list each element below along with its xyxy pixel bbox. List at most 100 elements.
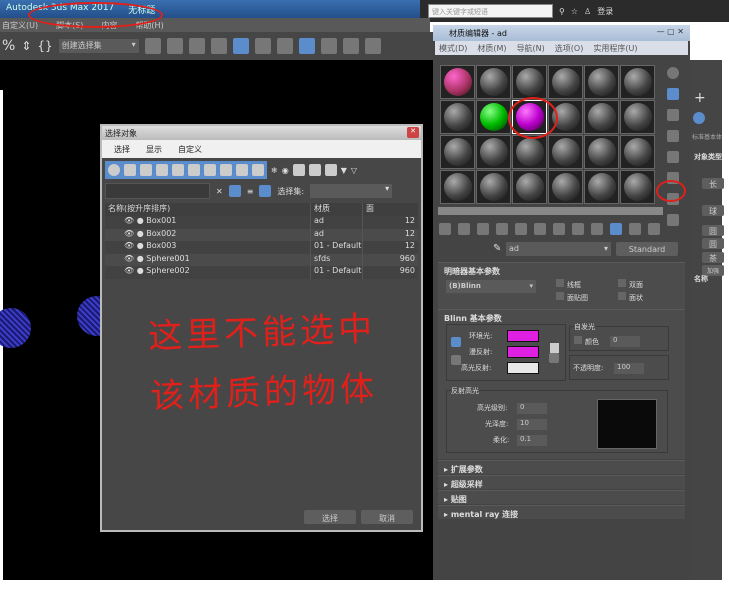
name-search-input[interactable]	[105, 183, 210, 199]
spacewarp-filter-icon[interactable]	[188, 164, 200, 176]
table-row[interactable]: 👁︎ ● Sphere002 01 - Default 960	[105, 266, 418, 279]
category-dropdown[interactable]: 标准基本体	[692, 132, 722, 141]
percent-snap-icon[interactable]: %	[2, 38, 15, 54]
user-icon[interactable]: ♙	[584, 7, 591, 16]
material-slot[interactable]	[548, 170, 583, 204]
col-name[interactable]: 名称(按升序排序)	[105, 203, 310, 216]
assign-to-selection-icon[interactable]	[477, 223, 489, 235]
curve-editor-icon[interactable]	[254, 38, 271, 54]
menu-material[interactable]: 材质(M)	[477, 43, 506, 53]
get-material-icon[interactable]	[439, 223, 451, 235]
ambient-color-swatch[interactable]	[507, 330, 539, 342]
col-faces[interactable]: 面	[362, 203, 418, 216]
container-filter-icon[interactable]	[252, 164, 264, 176]
put-to-library-icon[interactable]	[553, 223, 565, 235]
close-icon[interactable]: ✕	[407, 127, 419, 138]
put-to-scene-icon[interactable]	[458, 223, 470, 235]
visibility-icon[interactable]: 👁︎ ●	[124, 266, 144, 275]
render-setup-icon[interactable]	[320, 38, 337, 54]
material-slot[interactable]	[584, 135, 619, 169]
sample-type-icon[interactable]	[667, 67, 679, 79]
visibility-icon[interactable]: 👁︎ ●	[124, 216, 144, 225]
menu-customize[interactable]: 自定义(U)	[2, 20, 38, 30]
select-invert-icon[interactable]	[324, 164, 337, 176]
filter-toggle-icon[interactable]	[228, 185, 241, 197]
specular-color-swatch[interactable]	[507, 362, 539, 374]
filter-icon[interactable]: ▼	[341, 166, 347, 175]
clear-icon[interactable]: ✕	[216, 187, 223, 196]
diffuse-map-button[interactable]	[549, 353, 559, 363]
material-slot[interactable]	[620, 65, 655, 99]
make-unique-icon[interactable]	[534, 223, 546, 235]
material-slot[interactable]	[620, 135, 655, 169]
make-copy-icon[interactable]	[515, 223, 527, 235]
material-name-field[interactable]: ad ▾	[506, 242, 611, 256]
material-slot[interactable]	[584, 100, 619, 134]
show-map-icon[interactable]	[591, 223, 603, 235]
material-editor-icon[interactable]	[298, 38, 315, 54]
material-slot[interactable]	[476, 135, 511, 169]
window-controls[interactable]: — ▢ ✕	[657, 27, 684, 36]
visibility-icon[interactable]: 👁︎ ●	[124, 229, 144, 238]
shape-filter-icon[interactable]	[124, 164, 136, 176]
teapot-button[interactable]: 茶	[702, 252, 724, 263]
glossiness-spinner[interactable]: 10	[517, 419, 547, 430]
faceted-checkbox[interactable]	[618, 292, 626, 300]
scene-explorer-icon[interactable]	[188, 38, 205, 54]
slots-scrollbar[interactable]	[438, 207, 663, 215]
selection-set-dropdown[interactable]: 创建选择集 ▾	[58, 39, 139, 53]
schematic-view-icon[interactable]	[276, 38, 293, 54]
material-slot[interactable]	[512, 65, 547, 99]
material-slot[interactable]	[584, 65, 619, 99]
material-slot[interactable]	[548, 65, 583, 99]
table-row[interactable]: 👁︎ ● Box001 ad 12	[105, 216, 418, 229]
lock-icon[interactable]	[550, 343, 559, 353]
col-material[interactable]: 材质	[310, 203, 362, 216]
select-button[interactable]: 选择	[304, 510, 356, 524]
helper-filter-icon[interactable]	[172, 164, 184, 176]
table-row[interactable]: 👁︎ ● Box002 ad 12	[105, 228, 418, 241]
backlight-icon[interactable]	[667, 88, 679, 100]
menu-utilities[interactable]: 实用程序(U)	[593, 43, 637, 53]
rollout-title[interactable]: 明暗器基本参数	[444, 267, 500, 276]
mirror-icon[interactable]	[144, 38, 161, 54]
background-icon[interactable]	[667, 109, 679, 121]
material-slot[interactable]	[476, 100, 511, 134]
edit-named-selection-icon[interactable]: {}	[37, 39, 52, 53]
layers-icon[interactable]: ≡	[247, 187, 254, 196]
star-icon[interactable]: ☆	[571, 7, 578, 16]
eyedropper-icon[interactable]: ✎	[493, 243, 501, 254]
self-illum-color-checkbox[interactable]	[574, 336, 582, 344]
specular-level-spinner[interactable]: 0	[517, 403, 547, 414]
render-icon[interactable]	[364, 38, 381, 54]
reset-icon[interactable]	[496, 223, 508, 235]
layer-explorer-icon[interactable]	[210, 38, 227, 54]
select-by-material-icon[interactable]	[667, 214, 679, 226]
face-map-checkbox[interactable]	[556, 292, 564, 300]
self-illum-spinner[interactable]: 0	[610, 336, 640, 347]
rollout-extended[interactable]: ▸ 扩展参数	[438, 460, 685, 474]
binoculars-icon[interactable]: ⚲	[559, 7, 565, 16]
torus-button[interactable]: 圆	[702, 238, 724, 249]
select-none-icon[interactable]	[308, 164, 321, 176]
uv-tiling-icon[interactable]	[667, 130, 679, 142]
show-end-result-icon[interactable]	[610, 223, 622, 235]
material-slot[interactable]	[476, 170, 511, 204]
two-sided-checkbox[interactable]	[618, 279, 626, 287]
diffuse-color-swatch[interactable]	[507, 346, 539, 358]
sphere-button[interactable]: 球	[702, 205, 724, 216]
material-slot[interactable]	[548, 135, 583, 169]
rollout-maps[interactable]: ▸ 贴图	[438, 490, 685, 504]
menu-navigation[interactable]: 导航(N)	[517, 43, 545, 53]
reset-link-icon[interactable]	[451, 355, 461, 365]
soften-spinner[interactable]: 0.1	[517, 435, 547, 446]
hierarchy-icon[interactable]	[259, 185, 272, 197]
camera-filter-icon[interactable]	[156, 164, 168, 176]
align-icon[interactable]	[166, 38, 183, 54]
material-slot[interactable]	[512, 170, 547, 204]
hidden-icon[interactable]: ◉	[282, 166, 289, 175]
material-type-button[interactable]: Standard	[616, 242, 678, 256]
material-slot[interactable]	[476, 65, 511, 99]
shader-dropdown[interactable]: (B)Blinn ▾	[446, 280, 536, 293]
rollout-title[interactable]: Blinn 基本参数	[444, 314, 502, 323]
